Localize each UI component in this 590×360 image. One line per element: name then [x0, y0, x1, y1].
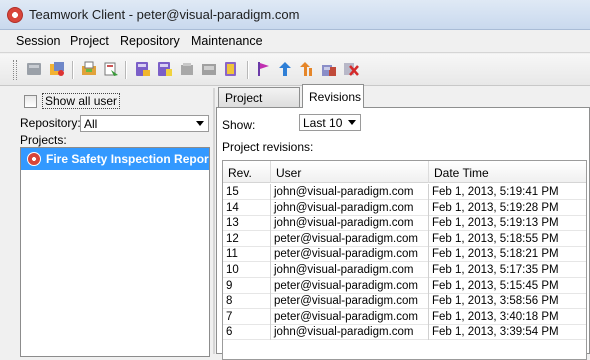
right-panel: Project Details Revisions Show: Last 10 …	[216, 84, 590, 360]
user-cell: john@visual-paradigm.com	[271, 215, 429, 232]
table-row[interactable]: 14 john@visual-paradigm.com Feb 1, 2013, 5…	[223, 199, 586, 216]
chevron-down-icon	[196, 121, 204, 126]
merge-icon[interactable]	[298, 60, 316, 78]
rev-cell: 15	[223, 184, 271, 200]
tab-revisions[interactable]: Revisions	[302, 84, 364, 108]
table-header: Rev. User Date Time	[223, 161, 586, 183]
table-row[interactable]: 10 john@visual-paradigm.com Feb 1, 2013, 5…	[223, 262, 586, 278]
rev-cell: 6	[223, 324, 271, 341]
show-all-user-checkbox[interactable]: Show all user	[24, 93, 121, 109]
menu-project[interactable]: Project	[70, 34, 109, 48]
project-revisions-label: Project revisions:	[222, 140, 314, 154]
project-item-label: Fire Safety Inspection Repor	[46, 152, 209, 166]
table-row[interactable]: 6 john@visual-paradigm.com Feb 1, 2013, 3:…	[223, 324, 586, 341]
chevron-down-icon	[348, 120, 356, 125]
checkbox-box[interactable]	[24, 94, 37, 108]
column-header-rev[interactable]: Rev.	[223, 161, 271, 183]
project-icon	[27, 152, 41, 166]
date-time-cell: Feb 1, 2013, 5:19:13 PM	[432, 217, 559, 230]
project-item[interactable]: Fire Safety Inspection Repor	[21, 148, 209, 170]
date-time-cell: Feb 1, 2013, 5:17:35 PM	[432, 264, 559, 276]
date-time-cell: Feb 1, 2013, 5:18:21 PM	[432, 248, 559, 261]
rev-cell: 14	[223, 199, 271, 216]
table-row[interactable]: 9 peter@visual-paradigm.com Feb 1, 2013, 5…	[223, 277, 586, 294]
panel-splitter[interactable]	[213, 88, 215, 354]
window-title: Teamwork Client - peter@visual-paradigm.…	[29, 7, 300, 22]
table-row[interactable]: 12 peter@visual-paradigm.com Feb 1, 2013, …	[223, 230, 586, 247]
user-cell: peter@visual-paradigm.com	[271, 277, 429, 294]
user-cell: peter@visual-paradigm.com	[271, 246, 429, 263]
update-icon[interactable]	[48, 60, 66, 78]
menu-session[interactable]: Session	[16, 34, 60, 48]
rev-cell: 11	[223, 246, 271, 263]
column-header-date-time[interactable]: Date Time	[429, 161, 586, 183]
date-time-cell: Feb 1, 2013, 5:19:28 PM	[432, 201, 559, 214]
user-cell: john@visual-paradigm.com	[271, 199, 429, 216]
repository-select[interactable]: All	[80, 115, 209, 132]
table-row[interactable]: 11 peter@visual-paradigm.com Feb 1, 2013, …	[223, 246, 586, 263]
menu-repository[interactable]: Repository	[120, 34, 180, 48]
open-project-icon[interactable]	[134, 60, 152, 78]
revisions-panel: Show: Last 10 Project revisions: Rev. Us…	[216, 107, 590, 360]
user-cell: john@visual-paradigm.com	[271, 262, 429, 278]
delete-icon[interactable]	[342, 60, 360, 78]
date-time-cell: Feb 1, 2013, 5:19:41 PM	[432, 186, 559, 198]
date-time-cell: Feb 1, 2013, 3:40:18 PM	[432, 310, 559, 323]
rev-cell: 13	[223, 215, 271, 232]
left-panel: Show all user Repository: All Projects: …	[16, 88, 211, 357]
rev-cell: 12	[223, 230, 271, 247]
up-arrow-icon[interactable]	[276, 60, 294, 78]
save-icon[interactable]	[200, 60, 218, 78]
toolbar	[0, 54, 590, 86]
table-row[interactable]: 7 peter@visual-paradigm.com Feb 1, 2013, 3…	[223, 308, 586, 325]
menu-maintenance[interactable]: Maintenance	[191, 34, 263, 48]
tab-project-details[interactable]: Project Details	[218, 87, 300, 119]
export-icon[interactable]	[102, 60, 120, 78]
revisions-table[interactable]: Rev. User Date Time 15 john@visual-paradi…	[222, 160, 587, 360]
date-time-cell: Feb 1, 2013, 5:18:55 PM	[432, 232, 559, 245]
rev-cell: 8	[223, 293, 271, 310]
date-time-cell: Feb 1, 2013, 3:58:56 PM	[432, 295, 559, 308]
menu-bar: Session Project Repository Maintenance	[0, 31, 590, 53]
show-select-value: Last 10	[303, 116, 343, 130]
date-time-cell: Feb 1, 2013, 3:39:54 PM	[432, 326, 559, 339]
table-row[interactable]: 13 john@visual-paradigm.com Feb 1, 2013, 5…	[223, 215, 586, 232]
table-row[interactable]: 15 john@visual-paradigm.com Feb 1, 2013, 5…	[223, 184, 586, 200]
app-icon	[7, 7, 23, 23]
branch-icon[interactable]	[222, 60, 240, 78]
date-time-cell: Feb 1, 2013, 5:15:45 PM	[432, 279, 559, 292]
lock-icon[interactable]	[320, 60, 338, 78]
user-cell: john@visual-paradigm.com	[271, 324, 429, 341]
toolbar-separator	[247, 61, 248, 79]
user-cell: peter@visual-paradigm.com	[271, 308, 429, 325]
toolbar-grip[interactable]	[13, 60, 17, 80]
show-label: Show:	[222, 118, 256, 132]
projects-label: Projects:	[20, 133, 67, 147]
commit-icon[interactable]	[25, 60, 43, 78]
repository-select-value: All	[84, 117, 98, 131]
delete-project-icon[interactable]	[178, 60, 196, 78]
user-cell: john@visual-paradigm.com	[271, 184, 429, 200]
repository-label: Repository:	[20, 116, 81, 130]
user-cell: peter@visual-paradigm.com	[271, 293, 429, 310]
user-cell: peter@visual-paradigm.com	[271, 230, 429, 247]
import-icon[interactable]	[80, 60, 98, 78]
table-row[interactable]: 8 peter@visual-paradigm.com Feb 1, 2013, 3…	[223, 293, 586, 310]
new-project-icon[interactable]	[156, 60, 174, 78]
toolbar-separator	[72, 61, 73, 79]
rev-cell: 9	[223, 277, 271, 294]
title-bar: Teamwork Client - peter@visual-paradigm.…	[0, 0, 590, 30]
rev-cell: 7	[223, 308, 271, 325]
rev-cell: 10	[223, 262, 271, 278]
project-list[interactable]: Fire Safety Inspection Repor	[20, 147, 210, 357]
flag-icon[interactable]	[254, 60, 272, 78]
column-header-user[interactable]: User	[271, 161, 429, 183]
toolbar-separator	[125, 61, 126, 79]
show-all-user-label: Show all user	[42, 93, 121, 109]
show-select[interactable]: Last 10	[299, 114, 361, 131]
